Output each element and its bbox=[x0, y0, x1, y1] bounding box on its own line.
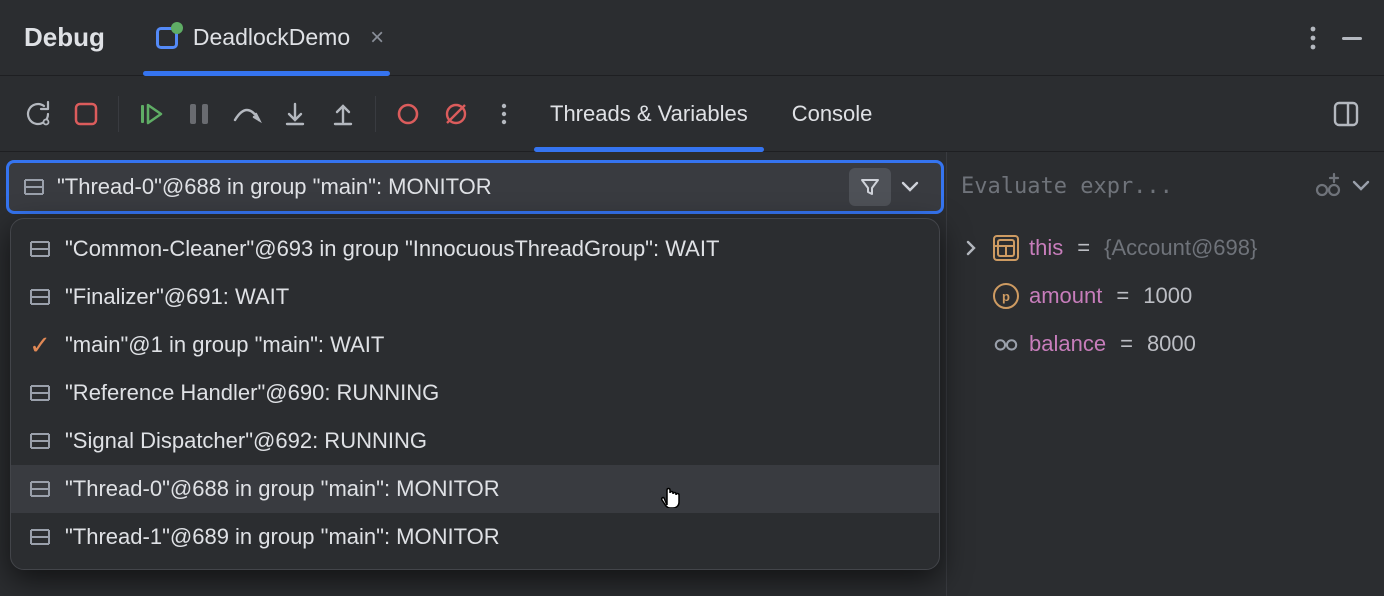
thread-dropdown-label: "Thread-0"@688 in group "main": MONITOR bbox=[65, 476, 500, 502]
run-config-label: DeadlockDemo bbox=[193, 24, 350, 51]
variable-value: 1000 bbox=[1143, 283, 1192, 309]
filter-button[interactable] bbox=[849, 168, 891, 206]
more-vert-icon[interactable] bbox=[482, 92, 526, 136]
parameter-icon: p bbox=[993, 283, 1019, 309]
thread-dropdown-item[interactable]: "Common-Cleaner"@693 in group "Innocuous… bbox=[11, 225, 939, 273]
tool-window-title: Debug bbox=[24, 22, 105, 53]
watch-icon bbox=[993, 331, 1019, 357]
thread-dropdown-label: "main"@1 in group "main": WAIT bbox=[65, 332, 384, 358]
tab-console[interactable]: Console bbox=[772, 76, 893, 151]
stop-button[interactable] bbox=[64, 92, 108, 136]
thread-icon bbox=[27, 524, 53, 550]
thread-icon bbox=[27, 380, 53, 406]
evaluate-expression-bar: Evaluate expr... bbox=[961, 164, 1370, 208]
close-icon[interactable]: × bbox=[370, 24, 384, 52]
thread-icon bbox=[27, 476, 53, 502]
thread-icon bbox=[27, 236, 53, 262]
step-out-button[interactable] bbox=[321, 92, 365, 136]
thread-dropdown-label: "Signal Dispatcher"@692: RUNNING bbox=[65, 428, 427, 454]
thread-icon bbox=[27, 428, 53, 454]
debug-toolbar: Threads & Variables Console bbox=[0, 76, 1384, 152]
thread-dropdown-label: "Reference Handler"@690: RUNNING bbox=[65, 380, 439, 406]
step-into-button[interactable] bbox=[273, 92, 317, 136]
thread-dropdown-item[interactable]: "Thread-1"@689 in group "main": MONITOR bbox=[11, 513, 939, 561]
variable-name: amount bbox=[1029, 283, 1102, 309]
thread-selector-label: "Thread-0"@688 in group "main": MONITOR bbox=[57, 174, 849, 200]
thread-selector[interactable]: "Thread-0"@688 in group "main": MONITOR bbox=[6, 160, 944, 214]
more-vert-icon[interactable] bbox=[1310, 25, 1316, 51]
evaluate-input[interactable]: Evaluate expr... bbox=[961, 174, 1304, 199]
variable-name: balance bbox=[1029, 331, 1106, 357]
thread-dropdown-item[interactable]: "Thread-0"@688 in group "main": MONITOR bbox=[11, 465, 939, 513]
thread-dropdown-label: "Common-Cleaner"@693 in group "Innocuous… bbox=[65, 236, 719, 262]
thread-dropdown-label: "Finalizer"@691: WAIT bbox=[65, 284, 289, 310]
resume-button[interactable] bbox=[129, 92, 173, 136]
variable-value: {Account@698} bbox=[1104, 235, 1257, 261]
variables-pane: this = {Account@698}pamount = 1000balanc… bbox=[961, 224, 1370, 368]
chevron-right-icon bbox=[965, 240, 983, 256]
add-watch-icon[interactable] bbox=[1314, 172, 1342, 200]
thread-icon bbox=[27, 284, 53, 310]
chevron-down-icon bbox=[901, 181, 931, 193]
thread-dropdown-label: "Thread-1"@689 in group "main": MONITOR bbox=[65, 524, 500, 550]
mute-breakpoints-button[interactable] bbox=[434, 92, 478, 136]
thread-dropdown-item[interactable]: "Signal Dispatcher"@692: RUNNING bbox=[11, 417, 939, 465]
run-config-icon bbox=[149, 20, 185, 56]
minimize-icon[interactable] bbox=[1338, 24, 1366, 52]
equals-sign: = bbox=[1116, 283, 1129, 309]
variable-value: 8000 bbox=[1147, 331, 1196, 357]
view-breakpoints-button[interactable] bbox=[386, 92, 430, 136]
thread-dropdown-item[interactable]: "Finalizer"@691: WAIT bbox=[11, 273, 939, 321]
equals-sign: = bbox=[1120, 331, 1133, 357]
thread-dropdown: "Common-Cleaner"@693 in group "Innocuous… bbox=[10, 218, 940, 570]
pause-button[interactable] bbox=[177, 92, 221, 136]
tab-threads-variables[interactable]: Threads & Variables bbox=[530, 76, 768, 151]
thread-dropdown-item[interactable]: "Reference Handler"@690: RUNNING bbox=[11, 369, 939, 417]
check-icon: ✓ bbox=[27, 332, 53, 358]
object-icon bbox=[993, 235, 1019, 261]
thread-icon bbox=[23, 176, 45, 198]
variable-row[interactable]: pamount = 1000 bbox=[961, 272, 1370, 320]
chevron-down-icon[interactable] bbox=[1352, 180, 1370, 192]
thread-dropdown-item[interactable]: ✓ "main"@1 in group "main": WAIT bbox=[11, 321, 939, 369]
variable-name: this bbox=[1029, 235, 1063, 261]
variable-row[interactable]: this = {Account@698} bbox=[961, 224, 1370, 272]
step-over-button[interactable] bbox=[225, 92, 269, 136]
layout-settings-icon[interactable] bbox=[1324, 92, 1368, 136]
rerun-button[interactable] bbox=[16, 92, 60, 136]
run-config-tab[interactable]: DeadlockDemo × bbox=[145, 0, 388, 75]
titlebar: Debug DeadlockDemo × bbox=[0, 0, 1384, 76]
variable-row[interactable]: balance = 8000 bbox=[961, 320, 1370, 368]
equals-sign: = bbox=[1077, 235, 1090, 261]
